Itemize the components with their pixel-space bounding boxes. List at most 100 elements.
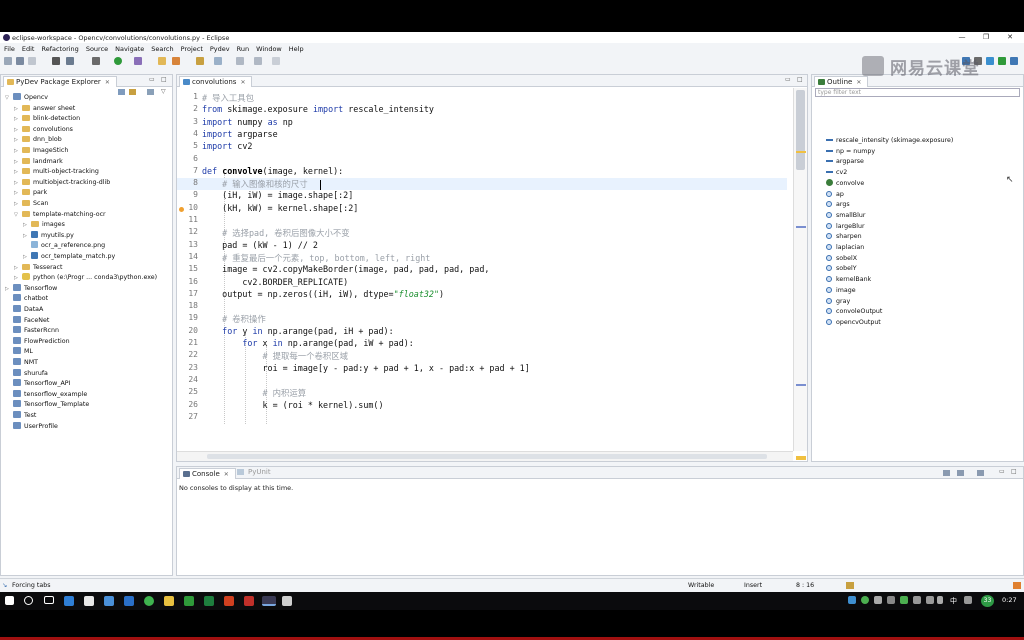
outline-item[interactable]: np = numpy [826,147,875,158]
open-console-icon[interactable] [977,470,984,476]
menu-help[interactable]: Help [289,45,304,53]
collapsed-arrow-icon[interactable]: ▷ [14,188,22,198]
microphone-icon[interactable] [937,596,943,604]
tree-item[interactable]: ▷ blink-detection [14,114,80,125]
outline-item[interactable]: args [826,200,850,211]
close-outline-tab-icon[interactable]: ✕ [856,79,861,86]
outline-item[interactable]: opencvOutput [826,318,881,329]
code-line[interactable]: 9 (iH, iW) = image.shape[:2] [177,190,787,202]
code-line[interactable]: 10 (kH, kW) = kernel.shape[:2] [177,203,787,215]
tree-item[interactable]: tensorflow_example [5,389,87,401]
external-tools-icon[interactable] [134,57,142,65]
display-console-icon[interactable] [943,470,950,476]
collapsed-arrow-icon[interactable]: ▷ [14,146,22,156]
edge-icon[interactable] [64,596,74,606]
tab-pyunit[interactable]: PyUnit [237,468,271,476]
tree-item[interactable]: ocr_a_reference.png [23,241,105,252]
back-icon[interactable] [236,57,244,65]
collapsed-arrow-icon[interactable]: ▷ [23,220,31,230]
status-cursor-position[interactable]: 8 : 16 [796,582,814,589]
menu-search[interactable]: Search [151,45,173,53]
code-line[interactable]: 25 # 内积运算 [177,387,787,399]
outline-item[interactable]: ap [826,190,844,201]
outline-item[interactable]: kernelBank [826,275,871,286]
perspective-java-icon[interactable] [986,57,994,65]
collapsed-arrow-icon[interactable]: ▷ [23,231,31,241]
code-line[interactable]: 23 roi = image[y - pad:y + pad + 1, x - … [177,363,787,375]
code-line[interactable]: 6 [177,154,787,166]
heap-status-icon[interactable] [846,582,854,589]
close-editor-tab-icon[interactable]: ✕ [240,79,245,86]
tree-item[interactable]: ▷ multi-object-tracking [14,167,99,178]
outline-item[interactable]: gray [826,297,850,308]
tree-item[interactable]: ▷ multiobject-tracking-dlib [14,178,110,189]
maximize-button[interactable]: ❐ [975,32,997,43]
collapsed-arrow-icon[interactable]: ▷ [14,114,22,124]
close-console-tab-icon[interactable]: ✕ [224,471,229,478]
collapsed-arrow-icon[interactable]: ▷ [14,263,22,273]
code-editor[interactable]: 1 # 导入工具包 2 from skimage.exposure import re… [177,88,793,451]
code-line[interactable]: 17 output = np.zeros((iH, iW), dtype="fl… [177,289,787,301]
minimize-console-icon[interactable]: ▭ [999,468,1005,475]
minimize-editor-icon[interactable]: ▭ [785,76,791,83]
forward-history-icon[interactable] [272,57,280,65]
app-icon-1[interactable] [124,596,134,606]
new-module-icon[interactable] [172,57,180,65]
tree-item[interactable]: ▷ ocr_template_match.py [23,252,115,263]
outline-filter-input[interactable]: type filter text [815,88,1020,97]
tree-item[interactable]: FlowPrediction [5,336,70,348]
menu-navigate[interactable]: Navigate [115,45,144,53]
tree-item[interactable]: ▷ park [14,188,47,199]
occurrence-marker[interactable] [796,384,806,386]
menu-source[interactable]: Source [86,45,108,53]
collapsed-arrow-icon[interactable]: ▷ [14,125,22,135]
expanded-arrow-icon[interactable]: ▽ [5,93,13,103]
task-view-icon[interactable] [44,596,54,604]
warning-marker[interactable] [796,456,806,460]
tree-item[interactable]: ▷ myutils.py [23,230,74,242]
code-line[interactable]: 21 for x in np.arange(pad, iW + pad): [177,338,787,350]
outline-item[interactable]: sobelY [826,264,857,275]
cortana-icon[interactable] [24,596,33,605]
tree-item[interactable]: FaceNet [5,315,49,327]
tree-item[interactable]: ML [5,347,33,358]
tray-icon-1[interactable] [848,596,856,604]
tab-package-explorer[interactable]: PyDev Package Explorer ✕ [3,76,117,87]
code-line[interactable]: 7 def convolve(image, kernel): [177,166,787,178]
windows-start-icon[interactable] [5,596,14,605]
menu-edit[interactable]: Edit [22,45,35,53]
tree-item[interactable]: ▷ python (e:\Progr ... conda3\python.exe) [14,273,157,284]
code-line[interactable]: 12 # 选择pad, 卷积后图像大小不变 [177,227,787,239]
code-line[interactable]: 13 pad = (kW - 1) // 2 [177,240,787,252]
forward-icon[interactable] [254,57,262,65]
tree-item[interactable]: ▷ landmark [14,157,63,168]
code-line[interactable]: 18 [177,301,787,313]
outline-item[interactable]: argparse [826,157,864,168]
code-line[interactable]: 4 import argparse [177,129,787,141]
save-icon[interactable] [16,57,24,65]
terminal-icon[interactable] [66,57,74,65]
maximize-view-icon[interactable]: □ [161,76,167,83]
mail-icon[interactable] [104,596,114,606]
store-icon[interactable] [84,596,94,606]
code-line[interactable]: 14 # 重复最后一个元素, top, bottom, left, right [177,252,787,264]
perspective-open-icon[interactable] [1010,57,1018,65]
minimize-view-icon[interactable]: ▭ [149,76,155,83]
clock[interactable]: 0:27 [1002,596,1017,604]
run-icon[interactable] [114,57,122,65]
tab-outline[interactable]: Outline ✕ [814,76,869,87]
code-line[interactable]: 19 # 卷积操作 [177,313,787,325]
notification-badge[interactable]: 33 [981,595,994,607]
collapsed-arrow-icon[interactable]: ▷ [14,157,22,167]
outline-item[interactable]: largeBlur [826,222,865,233]
outline-item[interactable]: laplacian [826,243,864,254]
new-pydev-project-icon[interactable] [158,57,166,65]
code-line[interactable]: 22 # 提取每一个卷积区域 [177,350,787,362]
outline-item[interactable]: sobelX [826,254,857,265]
tray-icon-5[interactable] [964,596,972,604]
outline-item[interactable]: image [826,286,856,297]
tree-item[interactable]: NMT [5,358,38,369]
network-icon[interactable] [913,596,921,604]
code-line[interactable]: 27 [177,412,787,424]
code-line[interactable]: 5 import cv2 [177,141,787,153]
